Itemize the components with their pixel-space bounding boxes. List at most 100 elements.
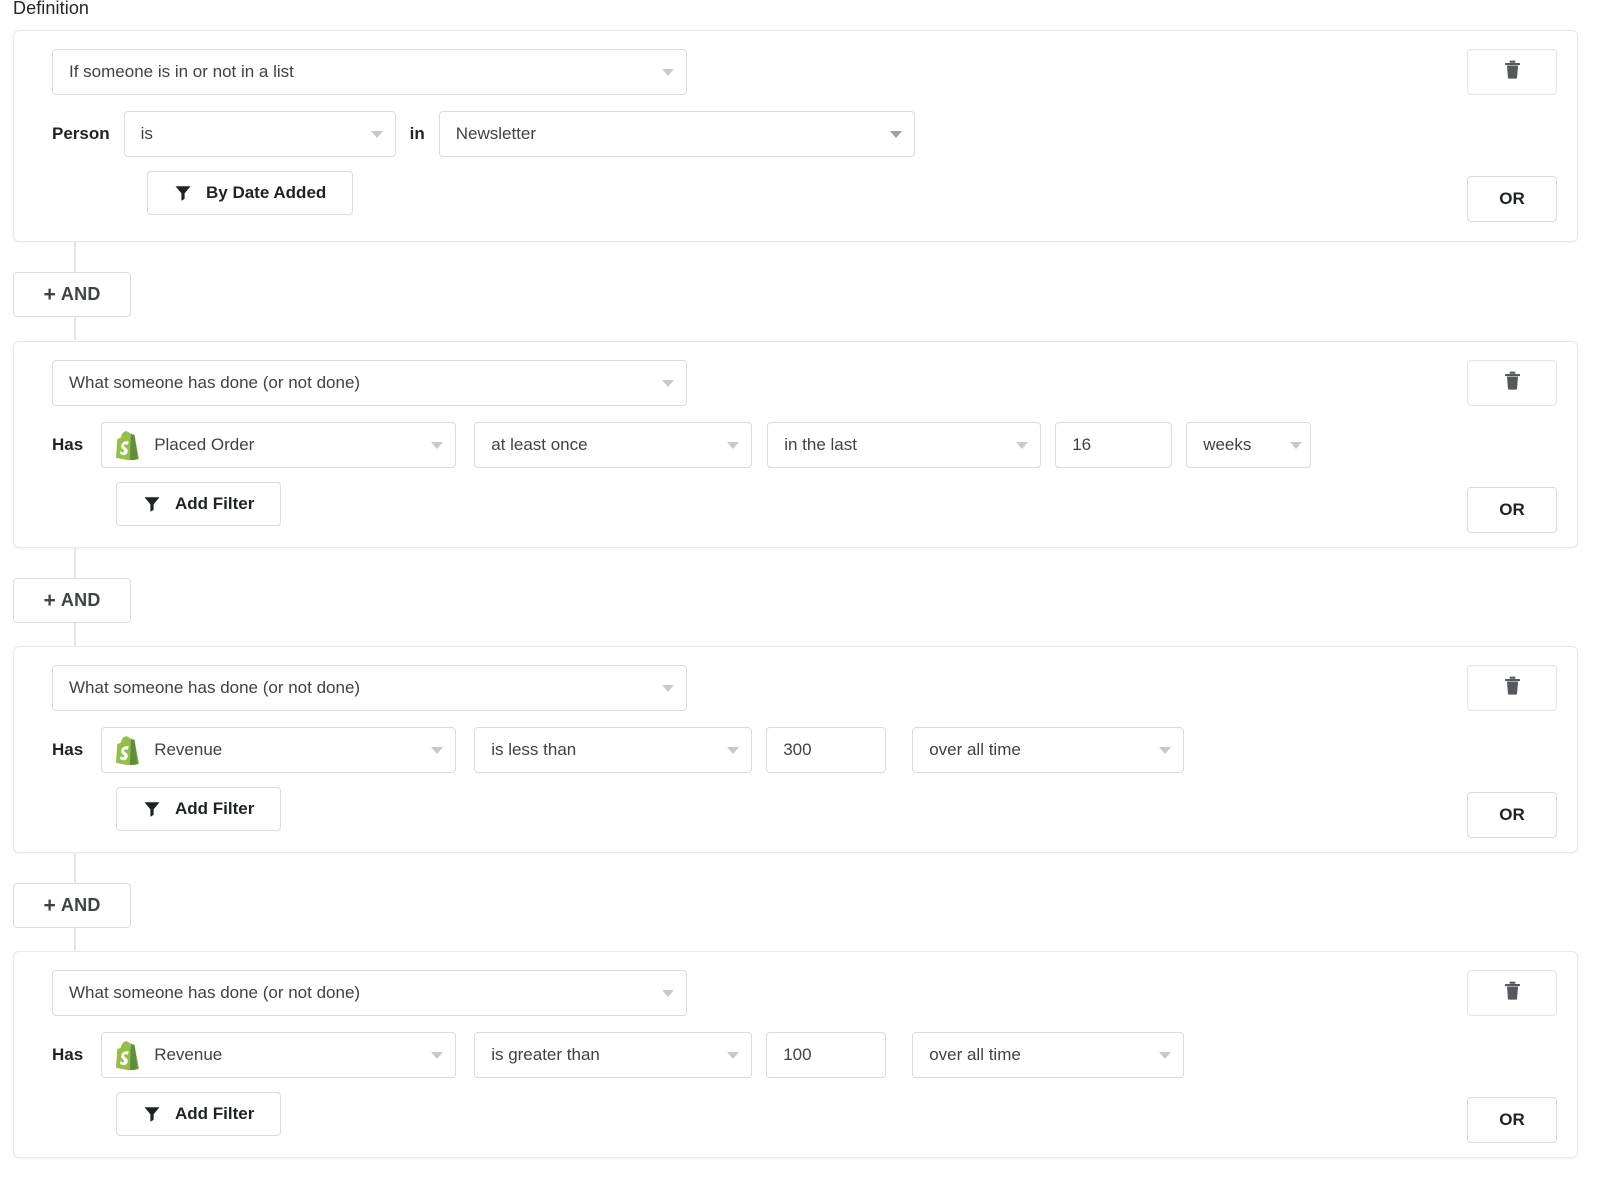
condition-operator-value-2: at least once [491, 435, 717, 455]
by-date-added-label: By Date Added [206, 183, 326, 203]
condition-type-value-1: If someone is in or not in a list [69, 62, 652, 82]
definition-builder: Definition If someone is in or not in a … [0, 0, 1600, 1200]
list-target-select[interactable]: Newsletter [439, 111, 915, 157]
condition-operator-select-2[interactable]: at least once [474, 422, 752, 468]
add-filter-button-2[interactable]: Add Filter [116, 482, 281, 526]
condition-type-value-3: What someone has done (or not done) [69, 678, 652, 698]
timeframe-value-3: over all time [929, 740, 1149, 760]
timeframe-value-4: over all time [929, 1045, 1149, 1065]
and-label-2: AND [61, 590, 101, 611]
chevron-down-icon [431, 1052, 443, 1059]
chevron-down-icon [1290, 442, 1302, 449]
or-label-3: OR [1499, 805, 1525, 825]
or-button-3[interactable]: OR [1467, 792, 1557, 838]
and-label-1: AND [61, 284, 101, 305]
condition-type-select-2[interactable]: What someone has done (or not done) [52, 360, 687, 406]
add-filter-label-3: Add Filter [175, 799, 254, 819]
shopify-icon [116, 1041, 142, 1070]
add-filter-label-2: Add Filter [175, 494, 254, 514]
metric-value-4: Revenue [154, 1045, 421, 1065]
delete-condition-button-4[interactable] [1467, 970, 1557, 1016]
amount-input-2[interactable]: 16 [1055, 422, 1172, 468]
chevron-down-icon [431, 747, 443, 754]
chevron-down-icon [890, 131, 902, 138]
chevron-down-icon [727, 442, 739, 449]
chevron-down-icon [431, 442, 443, 449]
row-label-has-4: Has [52, 1045, 83, 1065]
shopify-icon [116, 431, 142, 460]
amount-input-3[interactable]: 300 [766, 727, 886, 773]
condition-row-1: Person is in Newsletter [52, 111, 1555, 157]
condition-row-3: Has Revenue is less than [52, 727, 1555, 773]
condition-card-1: If someone is in or not in a list Person… [13, 30, 1578, 242]
add-filter-button-4[interactable]: Add Filter [116, 1092, 281, 1136]
chevron-down-icon [1159, 1052, 1171, 1059]
add-filter-button-3[interactable]: Add Filter [116, 787, 281, 831]
or-label-4: OR [1499, 1110, 1525, 1130]
metric-select-4[interactable]: Revenue [101, 1032, 456, 1078]
unit-value-2: weeks [1203, 435, 1284, 455]
timeframe-select-2[interactable]: in the last [767, 422, 1041, 468]
shopify-icon [116, 736, 142, 765]
plus-icon: + [43, 895, 55, 916]
amount-value-3: 300 [783, 740, 873, 760]
condition-type-select-4[interactable]: What someone has done (or not done) [52, 970, 687, 1016]
row-label-person: Person [52, 124, 110, 144]
and-label-3: AND [61, 895, 101, 916]
add-and-button-3[interactable]: + AND [13, 883, 131, 928]
row-label-has-3: Has [52, 740, 83, 760]
add-and-button-1[interactable]: + AND [13, 272, 131, 317]
by-date-added-button[interactable]: By Date Added [147, 171, 353, 215]
amount-input-4[interactable]: 100 [766, 1032, 886, 1078]
unit-select-2[interactable]: weeks [1186, 422, 1311, 468]
timeframe-select-3[interactable]: over all time [912, 727, 1184, 773]
or-button-1[interactable]: OR [1467, 176, 1557, 222]
metric-select-2[interactable]: Placed Order [101, 422, 456, 468]
condition-operator-select-4[interactable]: is greater than [474, 1032, 752, 1078]
condition-type-value-4: What someone has done (or not done) [69, 983, 652, 1003]
or-label-2: OR [1499, 500, 1525, 520]
funnel-icon [143, 800, 161, 818]
condition-type-select-1[interactable]: If someone is in or not in a list [52, 49, 687, 95]
or-label-1: OR [1499, 189, 1525, 209]
condition-type-select-3[interactable]: What someone has done (or not done) [52, 665, 687, 711]
chevron-down-icon [662, 990, 674, 997]
trash-icon [1504, 981, 1521, 1005]
amount-value-2: 16 [1072, 435, 1159, 455]
condition-row-4: Has Revenue is greater than [52, 1032, 1555, 1078]
list-operator-select[interactable]: is [124, 111, 396, 157]
condition-operator-value-3: is less than [491, 740, 717, 760]
amount-value-4: 100 [783, 1045, 873, 1065]
condition-row-2: Has Placed Order at least once [52, 422, 1555, 468]
trash-icon [1504, 60, 1521, 84]
list-operator-value: is [141, 124, 361, 144]
or-button-4[interactable]: OR [1467, 1097, 1557, 1143]
or-button-2[interactable]: OR [1467, 487, 1557, 533]
plus-icon: + [43, 284, 55, 305]
funnel-icon [174, 184, 192, 202]
chevron-down-icon [727, 1052, 739, 1059]
metric-select-3[interactable]: Revenue [101, 727, 456, 773]
add-filter-label-4: Add Filter [175, 1104, 254, 1124]
chevron-down-icon [1016, 442, 1028, 449]
page-title: Definition [13, 0, 89, 19]
row-label-in: in [410, 124, 425, 144]
delete-condition-button-1[interactable] [1467, 49, 1557, 95]
chevron-down-icon [727, 747, 739, 754]
condition-operator-select-3[interactable]: is less than [474, 727, 752, 773]
chevron-down-icon [371, 131, 383, 138]
condition-card-2: What someone has done (or not done) Has … [13, 341, 1578, 548]
row-label-has-2: Has [52, 435, 83, 455]
chevron-down-icon [662, 685, 674, 692]
condition-card-3: What someone has done (or not done) Has … [13, 646, 1578, 853]
trash-icon [1504, 676, 1521, 700]
condition-operator-value-4: is greater than [491, 1045, 717, 1065]
funnel-icon [143, 495, 161, 513]
delete-condition-button-2[interactable] [1467, 360, 1557, 406]
filter-row-2: Add Filter [116, 482, 1555, 526]
timeframe-select-4[interactable]: over all time [912, 1032, 1184, 1078]
trash-icon [1504, 371, 1521, 395]
metric-value-3: Revenue [154, 740, 421, 760]
delete-condition-button-3[interactable] [1467, 665, 1557, 711]
add-and-button-2[interactable]: + AND [13, 578, 131, 623]
